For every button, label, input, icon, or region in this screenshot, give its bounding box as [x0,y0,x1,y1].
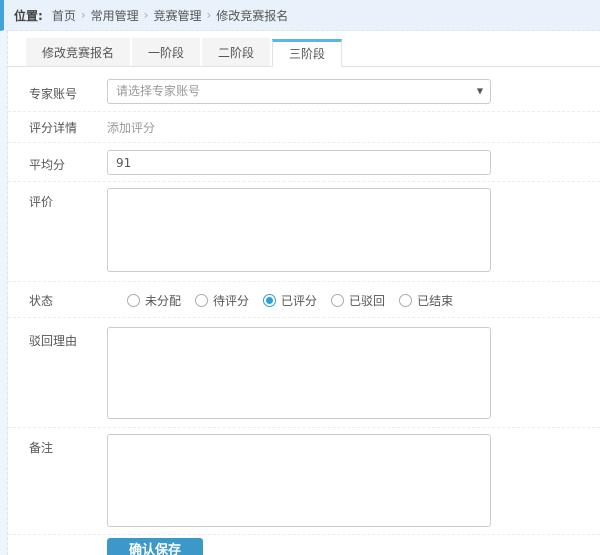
evaluation-label: 评价 [29,195,54,209]
breadcrumb-common-management[interactable]: 常用管理 [91,7,139,24]
breadcrumb-separator-icon: › [80,8,86,22]
status-option-label: 已结束 [417,293,454,308]
breadcrumb: 位置: 首页 › 常用管理 › 竞赛管理 › 修改竞赛报名 [0,0,600,31]
radio-icon[interactable] [331,293,345,307]
tab-stage-3[interactable]: 三阶段 [272,39,343,67]
status-radio-scored[interactable]: 已评分 [263,292,317,309]
radio-checked-icon[interactable] [263,293,277,307]
breadcrumb-separator-icon: › [206,8,212,22]
form-row-reject-reason: 驳回理由 [8,318,600,428]
dropdown-arrow-icon: ▼ [476,86,483,96]
remark-textarea[interactable] [107,434,491,527]
score-detail-label: 评分详情 [29,121,78,135]
status-option-label: 已评分 [281,293,318,308]
form-row-expert-account: 专家账号 请选择专家账号 ▼ [8,67,600,112]
status-radio-pending-score[interactable]: 待评分 [195,292,249,309]
status-radio-unassigned[interactable]: 未分配 [127,292,181,309]
breadcrumb-separator-icon: › [143,8,149,22]
breadcrumb-label: 位置: [14,8,43,23]
form-row-status: 状态 未分配 待评分 已评分 已驳回 已结束 [8,282,600,318]
content-panel: 修改竞赛报名 一阶段 二阶段 三阶段 专家账号 请选择专家账号 ▼ 评分详情 添… [8,31,600,555]
radio-icon[interactable] [399,293,413,307]
tab-modify-registration[interactable]: 修改竞赛报名 [26,38,131,66]
reject-reason-textarea[interactable] [107,327,491,419]
average-score-input[interactable] [107,150,491,175]
body-area: 修改竞赛报名 一阶段 二阶段 三阶段 专家账号 请选择专家账号 ▼ 评分详情 添… [0,31,600,555]
form-row-save: 确认保存 [8,535,600,555]
status-option-label: 待评分 [213,293,250,308]
radio-icon[interactable] [127,293,140,307]
breadcrumb-home[interactable]: 首页 [52,7,76,24]
tab-stage-2[interactable]: 二阶段 [202,38,271,66]
expert-account-selected-value: 请选择专家账号 [116,84,201,98]
reject-reason-label: 驳回理由 [29,334,78,348]
form-row-score-detail: 评分详情 添加评分 [8,112,600,143]
remark-label: 备注 [29,441,54,455]
status-radio-group: 未分配 待评分 已评分 已驳回 已结束 [127,291,467,309]
evaluation-textarea[interactable] [107,188,491,272]
tab-bar: 修改竞赛报名 一阶段 二阶段 三阶段 [8,31,600,67]
form-row-evaluation: 评价 [8,182,600,282]
expert-account-select[interactable]: 请选择专家账号 ▼ [107,79,491,104]
average-score-label: 平均分 [29,158,66,172]
status-option-label: 未分配 [145,293,182,308]
tab-stage-1[interactable]: 一阶段 [132,38,201,66]
status-radio-finished[interactable]: 已结束 [399,292,453,309]
left-gutter [0,31,8,555]
form-row-average-score: 平均分 [8,143,600,182]
add-score-link[interactable]: 添加评分 [107,118,155,136]
confirm-save-button[interactable]: 确认保存 [107,538,203,555]
form-row-remark: 备注 [8,428,600,535]
status-label: 状态 [29,294,54,308]
stage3-form: 专家账号 请选择专家账号 ▼ 评分详情 添加评分 平均分 评价 [8,67,600,555]
status-option-label: 已驳回 [349,293,386,308]
radio-icon[interactable] [195,293,209,307]
breadcrumb-current-page: 修改竞赛报名 [216,8,289,23]
breadcrumb-competition-management[interactable]: 竞赛管理 [153,7,201,24]
status-radio-rejected[interactable]: 已驳回 [331,292,385,309]
page: 位置: 首页 › 常用管理 › 竞赛管理 › 修改竞赛报名 修改竞赛报名 一阶段… [0,0,600,555]
expert-account-label: 专家账号 [29,87,78,101]
